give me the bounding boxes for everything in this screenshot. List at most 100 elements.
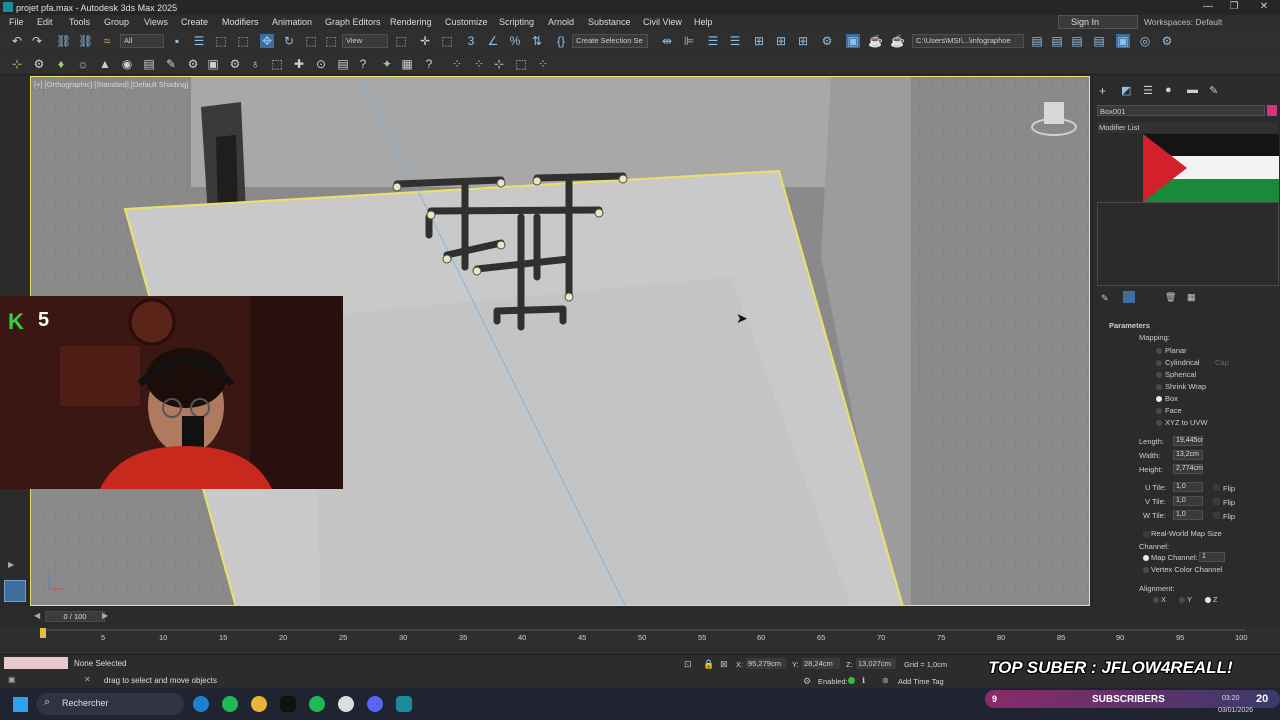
utile-flip-checkbox[interactable] [1213, 484, 1220, 491]
xyz-uvw-radio[interactable] [1156, 420, 1162, 426]
time-next-icon[interactable]: ▶ [102, 611, 108, 620]
map-channel-spinner[interactable]: 1 [1199, 552, 1225, 562]
snap-grid-icon[interactable]: ⊹ [10, 57, 24, 71]
modify-tab-icon[interactable]: ◩ [1121, 84, 1131, 97]
selection-filter-dropdown[interactable]: All [120, 34, 164, 48]
info-icon[interactable]: ℹ [862, 676, 865, 685]
frame-select-icon[interactable]: ⬚ [514, 57, 528, 71]
sign-in-dropdown[interactable]: Sign In [1058, 15, 1138, 29]
spotify-alt-icon[interactable] [309, 696, 325, 712]
maximize-button[interactable]: ❐ [1220, 0, 1248, 15]
scatter-icon[interactable]: ⁘ [450, 57, 464, 71]
vtile-spinner[interactable]: 1,0 [1173, 496, 1203, 506]
angle-snap-icon[interactable]: ∠ [486, 34, 500, 48]
map-channel-radio[interactable] [1143, 555, 1149, 561]
discord-icon[interactable] [367, 696, 383, 712]
viewport-thumb[interactable] [4, 580, 26, 602]
windows-start-icon[interactable] [13, 697, 28, 712]
scene-explorer-icon[interactable]: ▤ [1092, 34, 1106, 48]
select-manipulate-icon[interactable]: ✛ [418, 34, 432, 48]
bind-spacewarp-icon[interactable]: ≈ [100, 34, 114, 48]
lock-icon[interactable]: 🔒 [703, 659, 714, 670]
move-icon[interactable]: ✥ [260, 34, 274, 48]
undo-icon[interactable]: ↶ [10, 34, 24, 48]
menu-civil-view[interactable]: Civil View [643, 17, 682, 27]
unlink-icon[interactable]: ⛓ [78, 34, 93, 48]
menu-group[interactable]: Group [104, 17, 129, 27]
render-production-icon[interactable]: ☕ [868, 34, 883, 48]
wtile-spinner[interactable]: 1,0 [1173, 510, 1203, 520]
menu-customize[interactable]: Customize [445, 17, 488, 27]
height-spinner[interactable]: 2,774cm [1173, 464, 1203, 474]
utile-spinner[interactable]: 1,0 [1173, 482, 1203, 492]
named-selection-dropdown[interactable]: Create Selection Se [572, 34, 648, 48]
cross-icon[interactable]: ✚ [292, 57, 306, 71]
frame-icon[interactable]: ⬚ [270, 57, 284, 71]
help-circle-icon[interactable]: ? [422, 57, 436, 71]
menu-views[interactable]: Views [144, 17, 168, 27]
project-folder-icon[interactable]: ▤ [1030, 34, 1044, 48]
toggle-ribbon-icon[interactable]: ☰ [728, 34, 742, 48]
material-editor-icon[interactable]: ⊞ [796, 34, 810, 48]
wtile-flip-checkbox[interactable] [1213, 512, 1220, 519]
link-icon[interactable]: ⛓ [56, 34, 71, 48]
sun-icon[interactable]: ☼ [76, 57, 90, 71]
face-radio[interactable] [1156, 408, 1162, 414]
align-x-radio[interactable] [1153, 597, 1159, 603]
light-icon[interactable]: ♦ [54, 57, 68, 71]
maxscript-listener[interactable] [4, 657, 68, 669]
open-file-icon[interactable]: ▤ [1050, 34, 1064, 48]
minimize-button[interactable]: — [1194, 0, 1222, 15]
x-field[interactable]: 95,279cm [746, 658, 786, 669]
menu-modifiers[interactable]: Modifiers [222, 17, 259, 27]
menu-graph-editors[interactable]: Graph Editors [325, 17, 381, 27]
menu-scripting[interactable]: Scripting [499, 17, 534, 27]
render-setup-icon[interactable]: ⚙ [820, 34, 834, 48]
viewport-label[interactable]: [+] [Orthographic] [Standard] [Default S… [34, 80, 188, 89]
select-object-icon[interactable]: ▪ [170, 34, 184, 48]
link-nodes-icon[interactable]: ⁘ [472, 57, 486, 71]
display-tab-icon[interactable]: ▬ [1187, 84, 1198, 96]
redo-icon[interactable]: ↷ [30, 34, 44, 48]
shrink-wrap-radio[interactable] [1156, 384, 1162, 390]
edge-icon[interactable] [193, 696, 209, 712]
rotate-icon[interactable]: ↻ [282, 34, 296, 48]
eye-outline-icon[interactable]: ⊙ [314, 57, 328, 71]
tree-icon[interactable]: ▲ [98, 57, 112, 71]
close-script-icon[interactable]: ✕ [84, 675, 91, 684]
menu-file[interactable]: File [9, 17, 24, 27]
layer-explorer-icon[interactable]: ☰ [706, 34, 720, 48]
save-file-icon[interactable]: ▤ [1070, 34, 1084, 48]
grid-snap-icon[interactable]: ⁘ [536, 57, 550, 71]
edit-named-selection-icon[interactable]: {} [554, 34, 568, 48]
select-by-name-icon[interactable]: ☰ [192, 34, 206, 48]
object-name-field[interactable]: Box001 [1097, 105, 1265, 116]
menu-animation[interactable]: Animation [272, 17, 312, 27]
align-icon[interactable]: ⊫ [682, 34, 696, 48]
menu-create[interactable]: Create [181, 17, 208, 27]
gear-icon[interactable]: ⚙ [228, 57, 242, 71]
width-spinner[interactable]: 13,2cm [1173, 450, 1203, 460]
tiktok-icon[interactable] [280, 696, 296, 712]
schematic-view-icon[interactable]: ⊞ [752, 34, 766, 48]
percent-snap-icon[interactable]: % [508, 34, 522, 48]
y-field[interactable]: 28,24cm [802, 658, 840, 669]
project-path-dropdown[interactable]: C:\Users\MSI\...\infographoe [912, 34, 1024, 48]
menu-help[interactable]: Help [694, 17, 713, 27]
bulb-icon[interactable]: ♁ [248, 57, 262, 71]
menu-arnold[interactable]: Arnold [548, 17, 574, 27]
z-field[interactable]: 13,027cm [856, 658, 896, 669]
viewport-layout-icon[interactable]: ▣ [1116, 34, 1130, 48]
length-spinner[interactable]: 19,445cr [1173, 436, 1203, 446]
scale-icon[interactable]: ⬚ [304, 34, 318, 48]
hierarchy-tab-icon[interactable]: ☰ [1143, 84, 1153, 97]
box-icon[interactable]: ▣ [206, 57, 220, 71]
spinner-snap-icon[interactable]: ⇅ [530, 34, 544, 48]
real-world-checkbox[interactable] [1143, 531, 1150, 538]
modifier-stack[interactable] [1097, 202, 1279, 286]
list-icon[interactable]: ▤ [142, 57, 156, 71]
workspaces-selector[interactable]: Workspaces: Default [1144, 17, 1222, 27]
vtile-flip-checkbox[interactable] [1213, 498, 1220, 505]
taskbar-search[interactable]: ⌕ Rechercher [36, 693, 184, 715]
rect-selection-icon[interactable]: ⬚ [214, 34, 228, 48]
